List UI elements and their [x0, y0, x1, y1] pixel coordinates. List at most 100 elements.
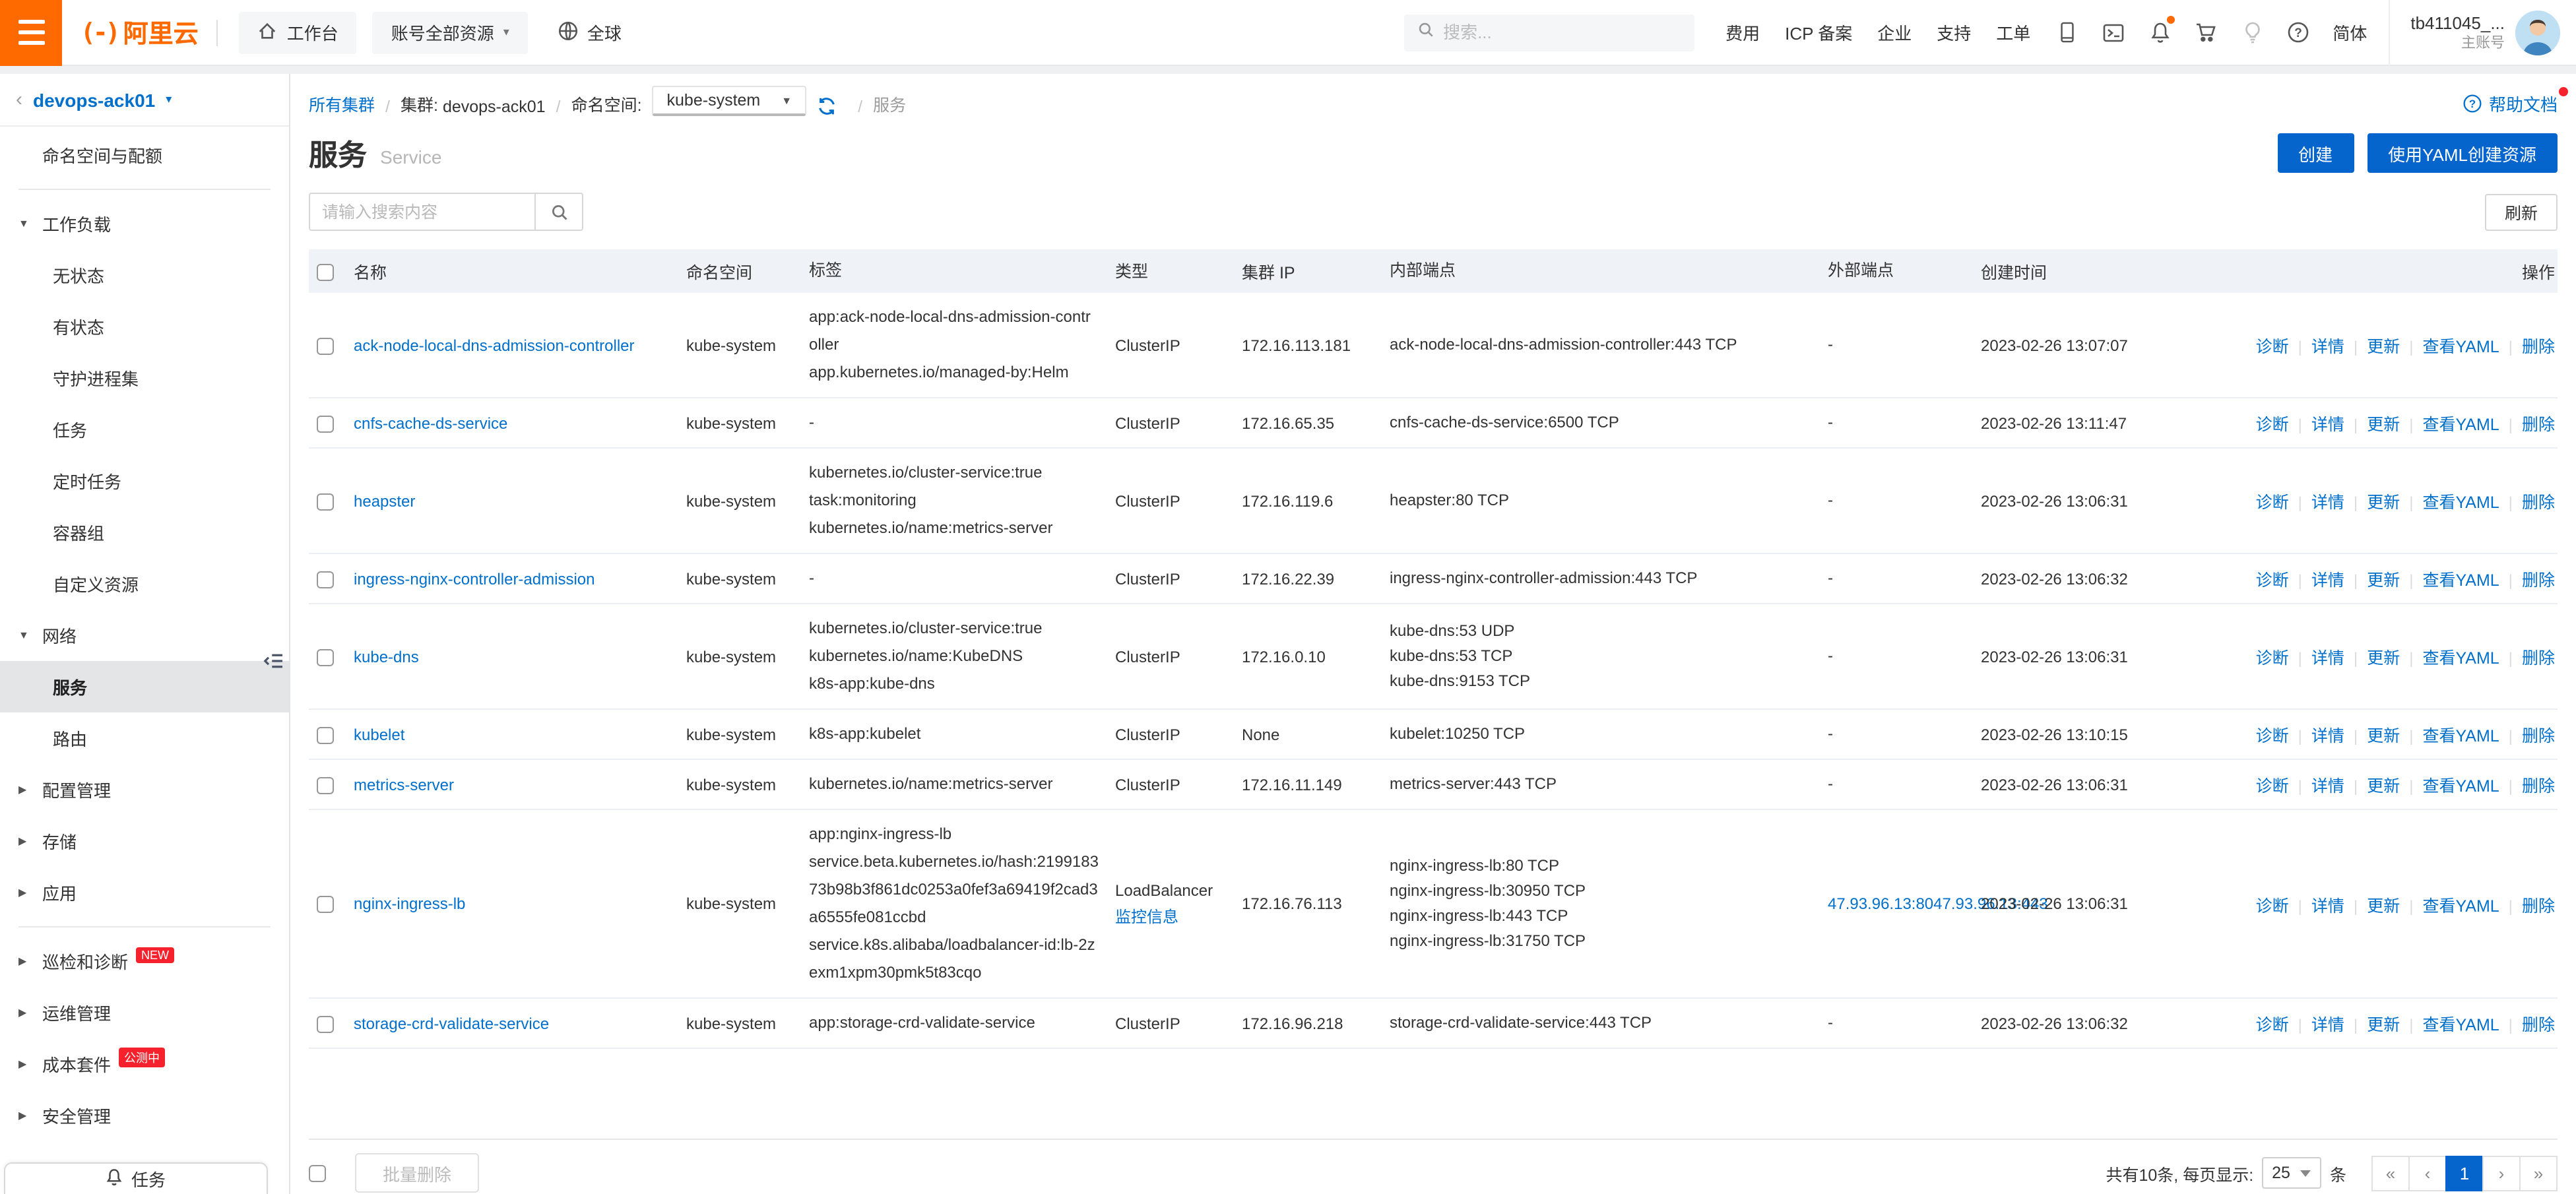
- action-更新[interactable]: 更新: [2367, 649, 2400, 668]
- select-all-checkbox[interactable]: [309, 1164, 326, 1181]
- page-button-«[interactable]: «: [2371, 1155, 2410, 1191]
- cluster-switcher[interactable]: ‹ devops-ack01 ▾: [0, 74, 289, 127]
- hamburger-menu-icon[interactable]: [0, 0, 62, 65]
- action-查看YAML[interactable]: 查看YAML: [2422, 416, 2499, 434]
- collapse-sidebar-icon[interactable]: [263, 652, 284, 677]
- service-name-link[interactable]: nginx-ingress-lb: [354, 895, 465, 913]
- service-name-link[interactable]: kubelet: [354, 725, 404, 743]
- action-更新[interactable]: 更新: [2367, 727, 2400, 745]
- service-name-link[interactable]: ack-node-local-dns-admission-controller: [354, 336, 635, 354]
- action-更新[interactable]: 更新: [2367, 338, 2400, 356]
- action-更新[interactable]: 更新: [2367, 571, 2400, 590]
- sidebar-item-有状态[interactable]: 有状态: [0, 301, 289, 352]
- action-诊断[interactable]: 诊断: [2256, 416, 2289, 434]
- service-name-link[interactable]: cnfs-cache-ds-service: [354, 414, 507, 432]
- topbar-nav-item[interactable]: ICP 备案: [1785, 20, 1852, 45]
- action-查看YAML[interactable]: 查看YAML: [2422, 649, 2499, 668]
- action-删除[interactable]: 删除: [2522, 727, 2555, 745]
- action-更新[interactable]: 更新: [2367, 1016, 2400, 1034]
- action-诊断[interactable]: 诊断: [2256, 896, 2289, 915]
- topbar-nav-item[interactable]: 费用: [1725, 20, 1760, 45]
- action-删除[interactable]: 删除: [2522, 493, 2555, 512]
- help-circle-icon[interactable]: ?: [2286, 20, 2310, 44]
- create-yaml-button[interactable]: 使用YAML创建资源: [2367, 133, 2558, 173]
- action-详情[interactable]: 详情: [2311, 416, 2344, 434]
- service-name-link[interactable]: ingress-nginx-controller-admission: [354, 569, 595, 588]
- batch-delete-button[interactable]: 批量删除: [355, 1153, 479, 1193]
- action-诊断[interactable]: 诊断: [2256, 571, 2289, 590]
- action-更新[interactable]: 更新: [2367, 896, 2400, 915]
- action-详情[interactable]: 详情: [2311, 777, 2344, 796]
- breadcrumb-all-clusters[interactable]: 所有集群: [309, 91, 375, 116]
- topbar-nav-item[interactable]: 支持: [1937, 20, 1971, 45]
- action-更新[interactable]: 更新: [2367, 416, 2400, 434]
- search-button[interactable]: [536, 193, 583, 231]
- sidebar-item-命名空间与配额[interactable]: 命名空间与配额: [0, 129, 289, 181]
- action-详情[interactable]: 详情: [2311, 338, 2344, 356]
- action-更新[interactable]: 更新: [2367, 777, 2400, 796]
- action-删除[interactable]: 删除: [2522, 649, 2555, 668]
- namespace-dropdown[interactable]: kube-system ▼: [653, 86, 807, 116]
- sidebar-item-守护进程集[interactable]: 守护进程集: [0, 352, 289, 404]
- task-panel-toggle[interactable]: 任务: [4, 1162, 268, 1194]
- sidebar-item-路由[interactable]: 路由: [0, 712, 289, 764]
- action-删除[interactable]: 删除: [2522, 338, 2555, 356]
- page-size-select[interactable]: 25: [2261, 1157, 2322, 1189]
- account-scope-dropdown[interactable]: 账号全部资源 ▾: [373, 11, 528, 53]
- row-checkbox[interactable]: [317, 776, 334, 794]
- sidebar-group-应用[interactable]: ▶应用: [0, 867, 289, 918]
- sidebar-group-巡检和诊断[interactable]: ▶巡检和诊断NEW: [0, 935, 289, 987]
- action-诊断[interactable]: 诊断: [2256, 338, 2289, 356]
- row-checkbox[interactable]: [317, 648, 334, 666]
- action-查看YAML[interactable]: 查看YAML: [2422, 571, 2499, 590]
- page-button-‹[interactable]: ‹: [2408, 1155, 2447, 1191]
- sidebar-group-网络[interactable]: ▼网络: [0, 610, 289, 661]
- action-查看YAML[interactable]: 查看YAML: [2422, 727, 2499, 745]
- language-selector[interactable]: 简体: [2333, 20, 2367, 45]
- sidebar-item-无状态[interactable]: 无状态: [0, 249, 289, 301]
- row-checkbox[interactable]: [317, 1015, 334, 1032]
- sidebar-group-工作负载[interactable]: ▼工作负载: [0, 198, 289, 249]
- action-查看YAML[interactable]: 查看YAML: [2422, 493, 2499, 512]
- action-诊断[interactable]: 诊断: [2256, 727, 2289, 745]
- action-诊断[interactable]: 诊断: [2256, 777, 2289, 796]
- sidebar-group-成本套件[interactable]: ▶成本套件公测中: [0, 1038, 289, 1090]
- action-详情[interactable]: 详情: [2311, 493, 2344, 512]
- action-详情[interactable]: 详情: [2311, 571, 2344, 590]
- service-name-link[interactable]: kube-dns: [354, 647, 419, 666]
- sidebar-item-容器组[interactable]: 容器组: [0, 507, 289, 558]
- service-name-link[interactable]: heapster: [354, 491, 415, 510]
- service-name-link[interactable]: metrics-server: [354, 775, 454, 794]
- action-更新[interactable]: 更新: [2367, 493, 2400, 512]
- create-button[interactable]: 创建: [2277, 133, 2354, 173]
- action-详情[interactable]: 详情: [2311, 1016, 2344, 1034]
- topbar-search-input[interactable]: [1443, 22, 1681, 42]
- action-删除[interactable]: 删除: [2522, 571, 2555, 590]
- action-删除[interactable]: 删除: [2522, 1016, 2555, 1034]
- action-诊断[interactable]: 诊断: [2256, 493, 2289, 512]
- region-selector[interactable]: 全球: [557, 19, 622, 46]
- sidebar-item-自定义资源[interactable]: 自定义资源: [0, 558, 289, 610]
- action-删除[interactable]: 删除: [2522, 896, 2555, 915]
- page-button-»[interactable]: »: [2519, 1155, 2558, 1191]
- service-search-input[interactable]: [309, 193, 536, 231]
- action-查看YAML[interactable]: 查看YAML: [2422, 338, 2499, 356]
- row-checkbox[interactable]: [317, 415, 334, 432]
- page-button-›[interactable]: ›: [2482, 1155, 2521, 1191]
- workbench-button[interactable]: 工作台: [240, 11, 357, 53]
- avatar[interactable]: [2515, 10, 2560, 55]
- alicloud-logo[interactable]: (-) 阿里云: [80, 15, 199, 50]
- row-checkbox[interactable]: [317, 726, 334, 743]
- row-checkbox[interactable]: [317, 896, 334, 913]
- action-详情[interactable]: 详情: [2311, 727, 2344, 745]
- action-详情[interactable]: 详情: [2311, 896, 2344, 915]
- action-详情[interactable]: 详情: [2311, 649, 2344, 668]
- monitor-info-link[interactable]: 监控信息: [1115, 908, 1178, 926]
- sidebar-item-服务[interactable]: 服务: [0, 661, 289, 712]
- sidebar-group-运维管理[interactable]: ▶运维管理: [0, 987, 289, 1038]
- topbar-nav-item[interactable]: 工单: [1996, 20, 2030, 45]
- sidebar-group-存储[interactable]: ▶存储: [0, 815, 289, 867]
- row-checkbox[interactable]: [317, 337, 334, 354]
- bulb-icon[interactable]: [2240, 20, 2264, 44]
- action-诊断[interactable]: 诊断: [2256, 1016, 2289, 1034]
